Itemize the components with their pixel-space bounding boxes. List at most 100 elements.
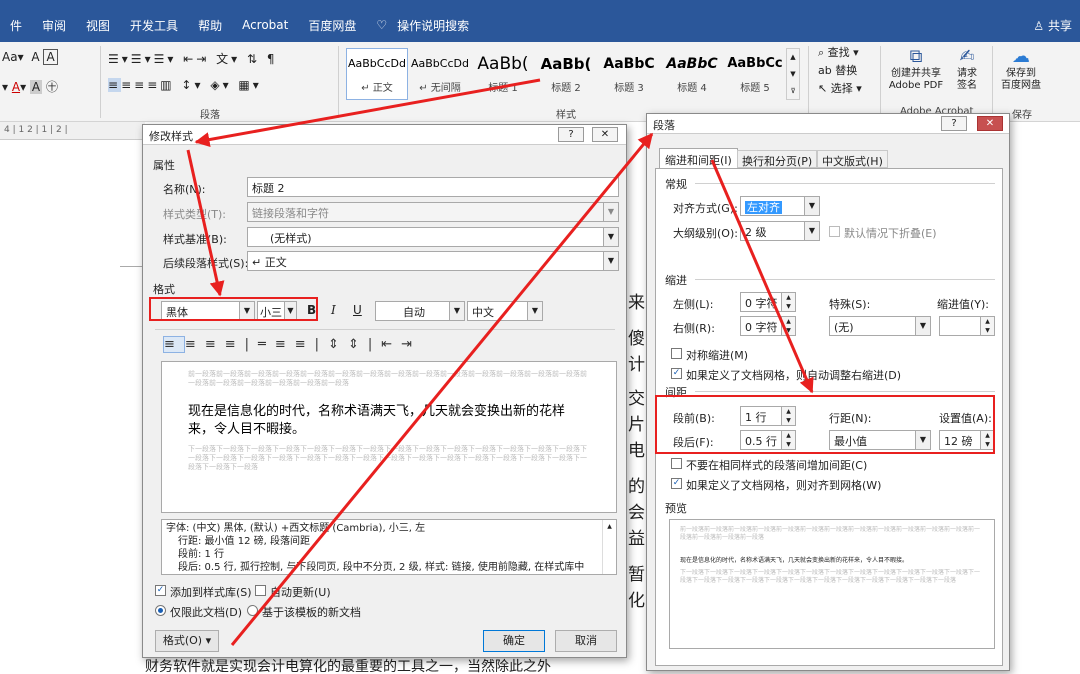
tab-asian-typography[interactable]: 中文版式(H) (817, 150, 888, 168)
align-left-icon[interactable]: ≡ (163, 336, 185, 353)
multilevel-list-icon[interactable]: ☰ (154, 52, 168, 66)
font-select[interactable]: 黑体 ▼ (161, 301, 255, 321)
tell-me-search[interactable]: 操作说明搜索 (397, 17, 479, 34)
format-menu-button[interactable]: 格式(O) ▾ (155, 630, 219, 652)
align-right-icon[interactable]: ≡ (134, 78, 147, 92)
indent-by-input[interactable]: ▲ ▼ (939, 316, 995, 336)
spinner[interactable]: ▲ ▼ (781, 293, 795, 311)
justify-icon[interactable]: ≡ (225, 337, 245, 352)
style-heading-5[interactable]: AaBbCc 标题 5 (724, 48, 786, 100)
space-after-icon[interactable]: ⇕ (348, 337, 368, 352)
close-button[interactable]: ✕ (977, 116, 1003, 131)
styles-scroll[interactable]: ▲ ▼ ⊽ (786, 48, 800, 100)
chevron-down-icon[interactable]: ▼ (804, 222, 819, 240)
style-normal[interactable]: AaBbCcDd ↵ 正文 (346, 48, 408, 100)
justify-icon[interactable]: ≡ (147, 78, 160, 92)
new-documents-radio[interactable] (247, 605, 258, 616)
help-button[interactable]: ? (558, 127, 584, 142)
increase-indent-icon[interactable]: ⇥ (401, 337, 421, 352)
indent-left-input[interactable]: 0 字符 ▲ ▼ (740, 292, 796, 312)
shading-icon[interactable]: ◈ (210, 78, 222, 92)
style-heading-4[interactable]: AaBbC 标题 4 (661, 48, 723, 100)
auto-update-checkbox[interactable] (255, 585, 266, 596)
spinner[interactable]: ▲ ▼ (781, 407, 795, 425)
help-button[interactable]: ? (941, 116, 967, 131)
align-left-icon[interactable]: ≡ (108, 78, 122, 92)
create-pdf-button[interactable]: ⧉ 创建并共享 Adobe PDF (886, 46, 946, 92)
special-indent-select[interactable]: (无) ▼ (829, 316, 931, 336)
borders-icon[interactable]: ▦ (238, 78, 252, 92)
find-button[interactable]: ⌕ 查找 ▾ (818, 44, 862, 62)
char-border-icon[interactable]: A (43, 49, 58, 65)
line-spacing-icon[interactable]: ↕ (181, 78, 194, 92)
style-heading-1[interactable]: AaBb(标题 1 (472, 48, 534, 100)
center-icon[interactable]: ≡ (185, 337, 205, 352)
replace-button[interactable]: ab 替换 (818, 62, 862, 80)
style-heading-3[interactable]: AaBbC 标题 3 (598, 48, 660, 100)
chevron-down-icon[interactable]: ▼ (284, 302, 296, 320)
phonetic-icon[interactable]: A (31, 50, 39, 64)
spinner[interactable]: ▲ ▼ (980, 317, 994, 335)
font-color-select[interactable]: 自动 ▼ (375, 301, 465, 321)
increase-indent-icon[interactable]: ⇥ (196, 52, 209, 66)
distributed-icon[interactable]: ▥ (160, 78, 174, 92)
bold-button[interactable]: B (307, 303, 316, 317)
chevron-down-icon[interactable]: ▼ (449, 302, 464, 320)
save-baidu-button[interactable]: ☁ 保存到 百度网盘 (996, 46, 1046, 92)
only-this-document-radio[interactable] (155, 605, 166, 616)
next-style-select[interactable]: ↵ 正文 ▼ (247, 251, 619, 271)
name-field[interactable]: 标题 2 (247, 177, 619, 197)
decrease-indent-icon[interactable]: ⇤ (381, 337, 401, 352)
menu-view[interactable]: 视图 (76, 17, 120, 34)
ruler[interactable]: 4 | 1 2 | 1 | 2 | (0, 122, 145, 140)
select-button[interactable]: ↖ 选择 ▾ (818, 80, 862, 98)
space-before-input[interactable]: 1 行 ▲ ▼ (740, 406, 796, 426)
decrease-indent-icon[interactable]: ⇤ (183, 52, 196, 66)
chevron-down-icon[interactable]: ▼ (603, 252, 618, 270)
style-no-spacing[interactable]: AaBbCcDd ↵ 无间隔 (409, 48, 471, 100)
underline-button[interactable]: U (353, 303, 362, 317)
one-half-spacing-icon[interactable]: ≡ (275, 337, 295, 352)
show-marks-icon[interactable]: ¶ (267, 52, 278, 66)
font-size-select[interactable]: 小三 ▼ (257, 301, 297, 321)
tab-indents-spacing[interactable]: 缩进和间距(I) (659, 148, 738, 168)
style-heading-2[interactable]: AaBb(标题 2 (535, 48, 597, 100)
font-color-icon[interactable]: A (12, 80, 20, 94)
cancel-button[interactable]: 取消 (555, 630, 617, 652)
description-scrollbar[interactable]: ▲▼ (602, 520, 616, 574)
add-to-gallery-checkbox[interactable]: ✓ (155, 585, 166, 596)
menu-file-fragment[interactable]: 件 (0, 17, 32, 34)
indent-right-input[interactable]: 0 字符 ▲ ▼ (740, 316, 796, 336)
tab-line-page-breaks[interactable]: 换行和分页(P) (737, 150, 818, 168)
snap-to-grid-checkbox[interactable]: ✓ (671, 478, 682, 489)
collapse-checkbox[interactable] (829, 226, 840, 237)
chevron-down-icon[interactable]: ▼ (527, 302, 542, 320)
spinner[interactable]: ▲ ▼ (781, 431, 795, 449)
spinner[interactable]: ▲ ▼ (781, 317, 795, 335)
center-icon[interactable]: ≡ (121, 78, 134, 92)
chevron-down-icon[interactable]: ▼ (915, 431, 930, 449)
menu-help[interactable]: 帮助 (188, 17, 232, 34)
italic-button[interactable]: I (331, 303, 336, 317)
align-right-icon[interactable]: ≡ (205, 337, 225, 352)
outline-level-select[interactable]: 2 级 ▼ (740, 221, 820, 241)
space-before-icon[interactable]: ⇕ (328, 337, 348, 352)
mirror-indents-checkbox[interactable] (671, 348, 682, 359)
auto-adjust-right-checkbox[interactable]: ✓ (671, 368, 682, 379)
char-shading-icon[interactable]: A (29, 80, 43, 94)
spinner[interactable]: ▲ ▼ (980, 431, 994, 449)
language-select[interactable]: 中文 ▼ (467, 301, 543, 321)
menu-baidu[interactable]: 百度网盘 (298, 17, 366, 34)
ok-button[interactable]: 确定 (483, 630, 545, 652)
change-case-button[interactable]: Aa (2, 50, 18, 64)
chevron-down-icon[interactable]: ▼ (239, 302, 254, 320)
based-on-select[interactable]: (无样式) ▼ (247, 227, 619, 247)
close-button[interactable]: ✕ (592, 127, 618, 142)
menu-developer[interactable]: 开发工具 (120, 17, 188, 34)
spacing-at-input[interactable]: 12 磅 ▲ ▼ (939, 430, 995, 450)
space-after-input[interactable]: 0.5 行 ▲ ▼ (740, 430, 796, 450)
single-spacing-icon[interactable]: ═ (258, 337, 275, 352)
share-button[interactable]: ♙ 共享 (1033, 17, 1080, 34)
numbering-icon[interactable]: ☰ (131, 52, 145, 66)
request-signature-button[interactable]: ✍ 请求 签名 (950, 46, 984, 92)
